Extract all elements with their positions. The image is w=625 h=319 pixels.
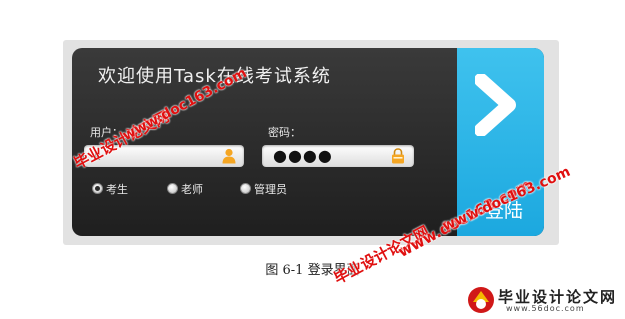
figure-caption: 图 6-1 登录界面 bbox=[265, 263, 360, 278]
password-mask: ●●●● bbox=[273, 146, 333, 165]
logo-url: www.56doc.com bbox=[506, 304, 585, 313]
site-logo: 毕业设计论文网 www.56doc.com bbox=[466, 285, 618, 315]
password-field[interactable]: ●●●● bbox=[262, 145, 414, 167]
radio-teacher[interactable] bbox=[167, 183, 178, 194]
password-label: 密码： bbox=[268, 126, 301, 139]
chevron-right-icon bbox=[475, 74, 516, 136]
logo-badge-icon bbox=[468, 287, 494, 313]
radio-admin[interactable] bbox=[240, 183, 251, 194]
role-label-admin: 管理员 bbox=[254, 183, 287, 196]
role-label-teacher: 老师 bbox=[181, 183, 203, 196]
radio-examinee[interactable] bbox=[92, 183, 103, 194]
lock-icon bbox=[392, 148, 404, 164]
role-label-examinee: 考生 bbox=[106, 183, 128, 196]
user-icon bbox=[222, 148, 236, 164]
